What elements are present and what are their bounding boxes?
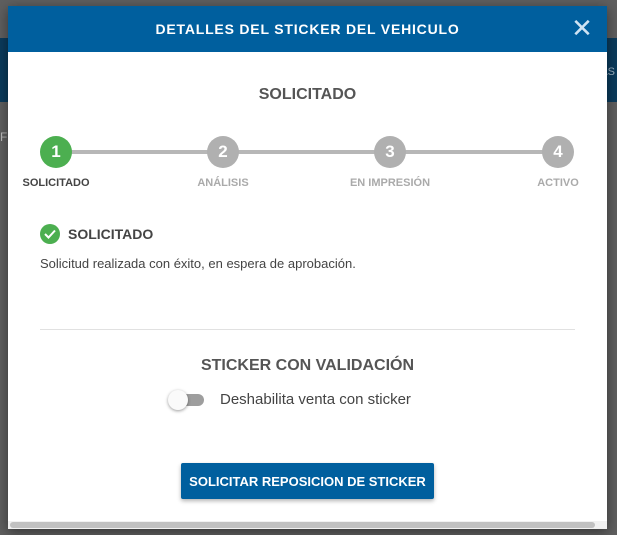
stepper-line [58, 150, 558, 154]
status-heading: SOLICITADO [258, 86, 357, 103]
validation-toggle[interactable] [168, 389, 204, 410]
step-4-label: ACTIVO [537, 177, 579, 189]
toggle-label: Deshabilita venta con sticker [220, 390, 411, 408]
modal-title: DETALLES DEL STICKER DEL VEHICULO [155, 21, 460, 37]
modal-header: DETALLES DEL STICKER DEL VEHICULO ✕ [8, 6, 607, 52]
status-description: Solicitud realizada con éxito, en espera… [40, 256, 356, 271]
status-row: SOLICITADO [40, 224, 153, 244]
scrollbar-thumb[interactable] [10, 522, 595, 528]
horizontal-scrollbar[interactable] [8, 521, 607, 529]
step-2-circle: 2 [207, 136, 239, 168]
step-1-circle: 1 [40, 136, 72, 168]
step-3-circle: 3 [374, 136, 406, 168]
step-4-circle: 4 [542, 136, 574, 168]
request-replacement-button[interactable]: SOLICITAR REPOSICION DE STICKER [181, 463, 434, 499]
step-1-label: SOLICITADO [22, 177, 90, 189]
validation-title: STICKER CON VALIDACIÓN [200, 357, 415, 374]
status-label: SOLICITADO [68, 226, 154, 242]
close-icon[interactable]: ✕ [569, 15, 595, 41]
background-text-fragment: F [0, 130, 8, 144]
check-circle-icon [40, 224, 60, 244]
toggle-knob [168, 390, 188, 410]
progress-stepper: 1 2 3 4 SOLICITADO ANÁLISIS EN IMPRESIÓN… [8, 136, 607, 196]
sticker-details-modal: DETALLES DEL STICKER DEL VEHICULO ✕ SOLI… [8, 6, 607, 529]
step-2-label: ANÁLISIS [197, 177, 249, 189]
divider [40, 329, 575, 330]
validation-toggle-row: Deshabilita venta con sticker [168, 389, 411, 410]
step-3-label: EN IMPRESIÓN [349, 177, 431, 189]
